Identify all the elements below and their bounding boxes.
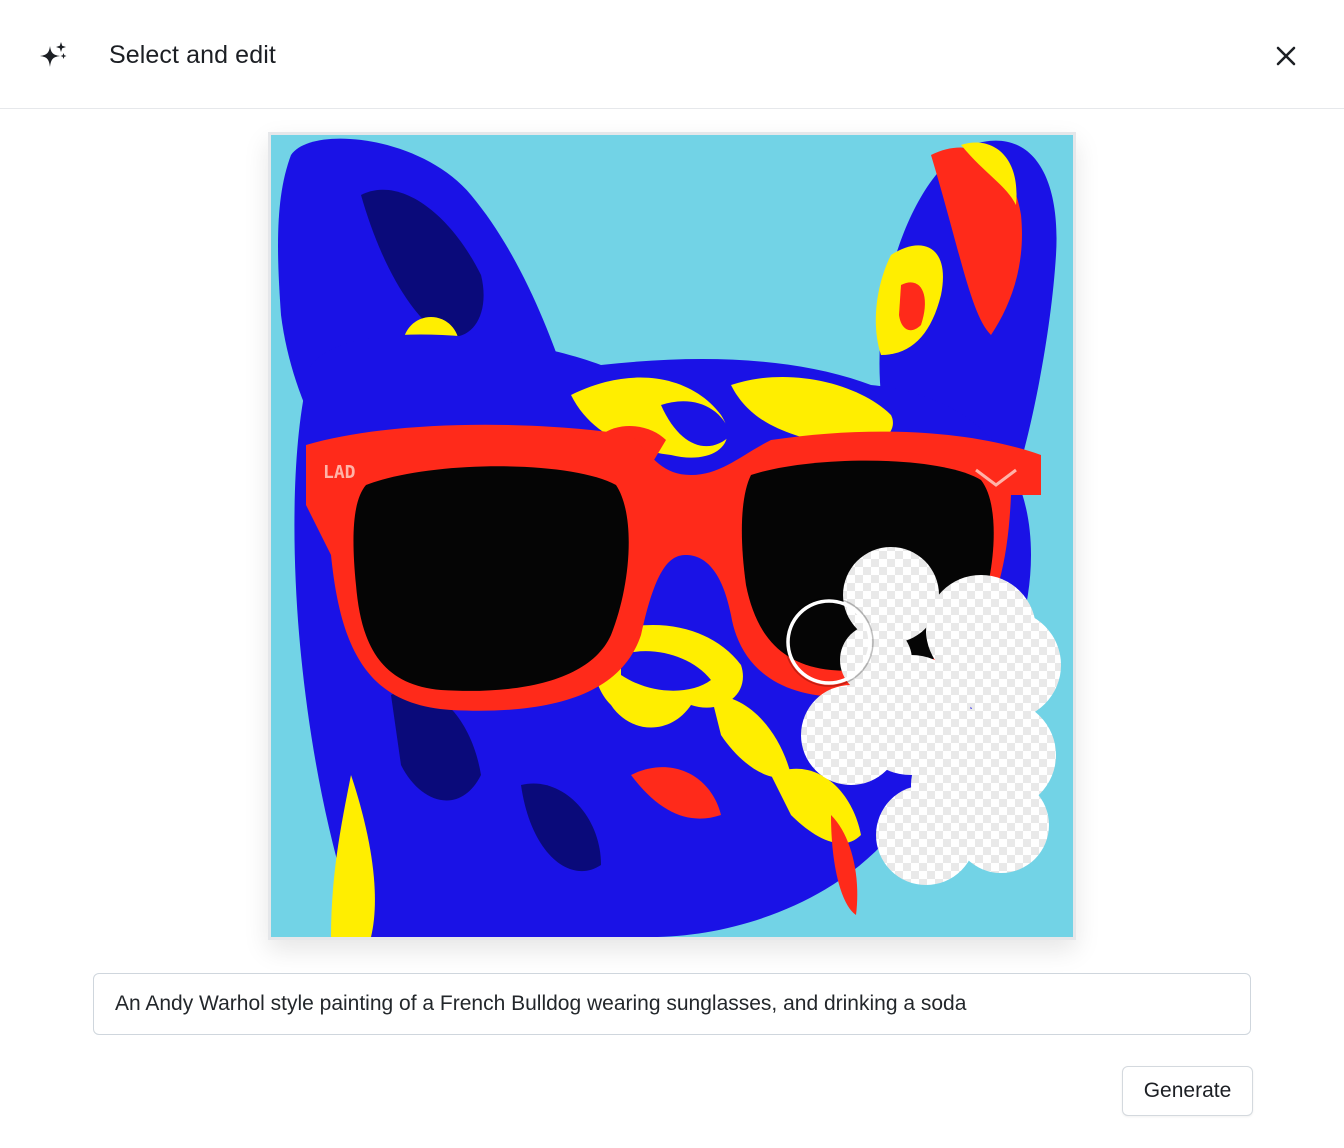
generate-button[interactable]: Generate [1122,1066,1253,1116]
image-editor-canvas[interactable]: LAD [268,132,1076,940]
dialog-header: Select and edit [0,0,1344,109]
dialog-title: Select and edit [109,41,276,69]
prompt-input[interactable] [93,973,1251,1035]
dog-artwork[interactable]: LAD [271,135,1073,937]
close-icon[interactable] [1272,42,1300,70]
sunglasses-text: LAD [323,462,356,483]
sparkle-icon [40,42,67,67]
